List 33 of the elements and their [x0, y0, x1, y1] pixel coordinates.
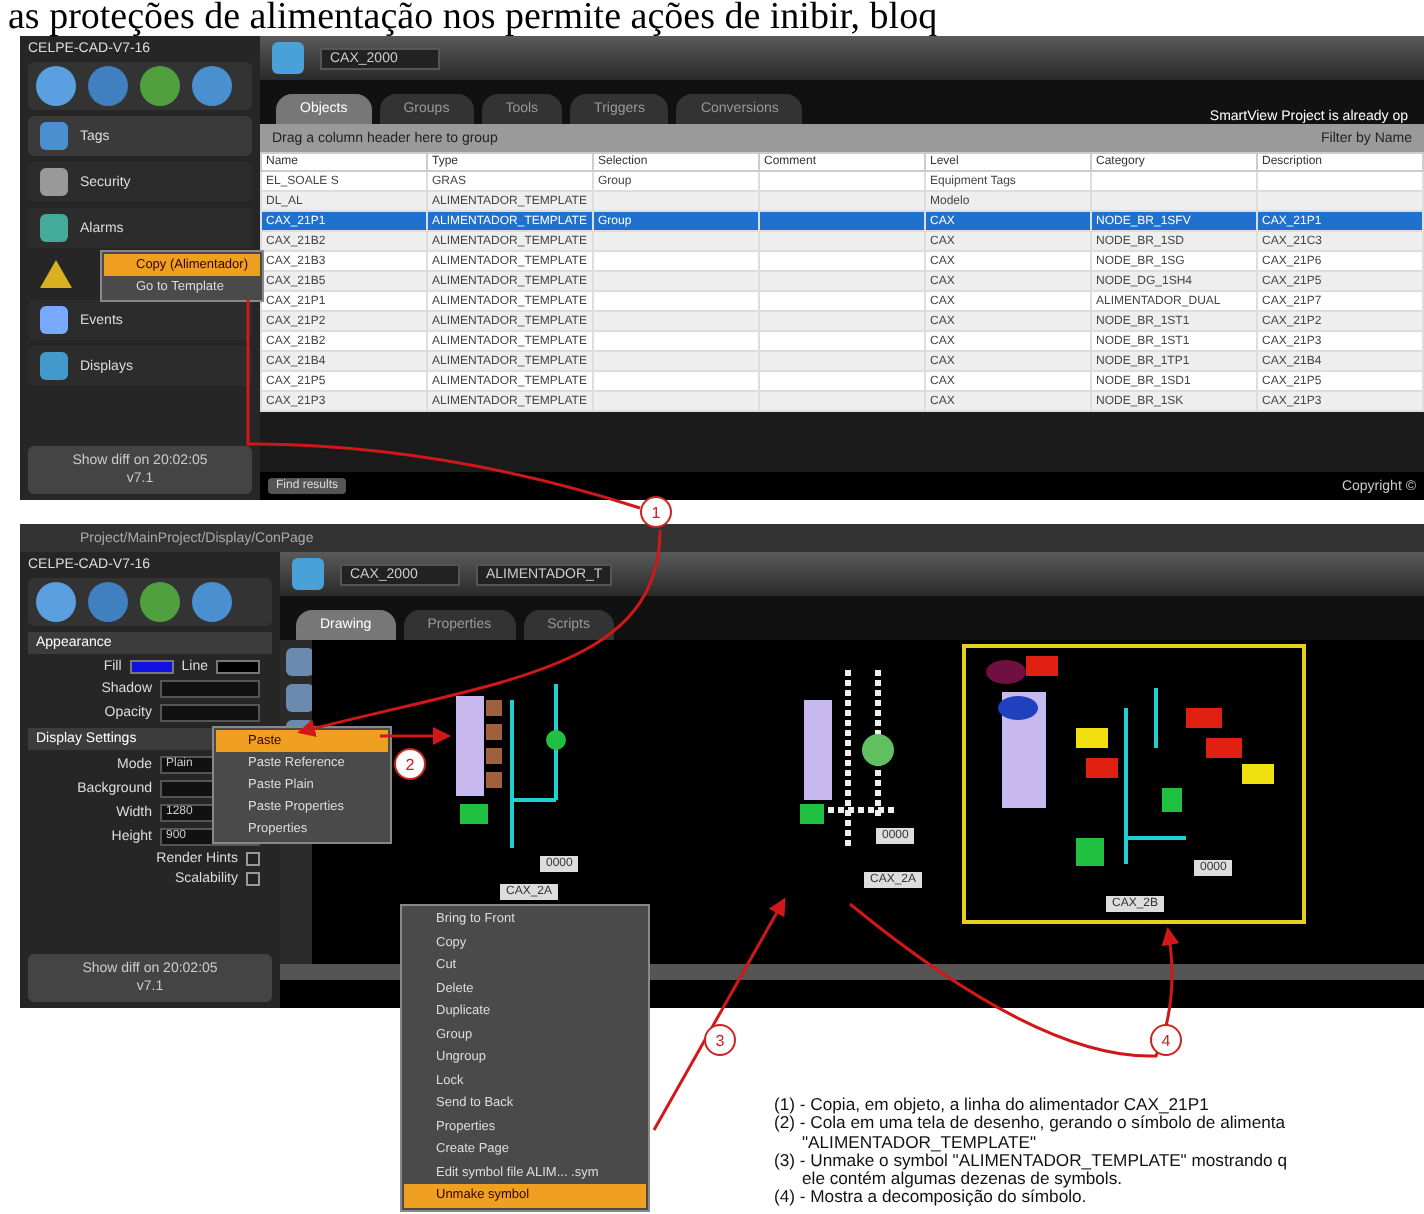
nav-icon[interactable]: [192, 582, 232, 622]
note-text: "ALIMENTADOR_TEMPLATE": [800, 1133, 1039, 1152]
color-swatch[interactable]: [129, 660, 174, 674]
note-text: ele contém algumas dezenas de symbols.: [800, 1170, 1123, 1189]
nav-icon[interactable]: [140, 66, 180, 106]
checkbox[interactable]: [246, 852, 260, 866]
nav-icon[interactable]: [88, 66, 128, 106]
note-text: (4) - Mostra a decomposição do símbolo.: [774, 1188, 1087, 1208]
checkbox[interactable]: [246, 872, 260, 886]
note-text: (3) - Unmake o symbol "ALIMENTADOR_TEMPLATE" mostrando q: [774, 1151, 1288, 1171]
tool-icon[interactable]: [286, 648, 314, 676]
step-number: 3: [704, 1024, 736, 1056]
tool-icon[interactable]: [286, 684, 314, 712]
item-icon: [40, 306, 68, 334]
color-swatch[interactable]: [216, 660, 260, 674]
item-icon: [40, 352, 68, 380]
nav-icon[interactable]: [36, 582, 76, 622]
input-field[interactable]: [160, 704, 260, 722]
app-logo-icon: [292, 558, 324, 590]
warning-icon: [40, 260, 72, 288]
note-text: (2) - Cola em uma tela de desenho, gerando o símbolo de alimenta: [774, 1114, 1288, 1134]
note-text: (1) - Copia, em objeto, a linha do alimentador CAX_21P1: [774, 1096, 1211, 1115]
nav-icon[interactable]: [192, 66, 232, 106]
item-icon: [40, 168, 68, 196]
item-icon: [40, 214, 68, 242]
nav-icon[interactable]: [88, 582, 128, 622]
item-icon: [40, 122, 68, 150]
nav-icon[interactable]: [140, 582, 180, 622]
gradient-field[interactable]: [160, 680, 260, 698]
nav-icon[interactable]: [36, 66, 76, 106]
step-number: 4: [1150, 1024, 1182, 1056]
app-logo-icon: [272, 42, 304, 74]
caption-text: as proteções de alimentação nos permite ações de inibir, bloq: [6, 0, 940, 36]
